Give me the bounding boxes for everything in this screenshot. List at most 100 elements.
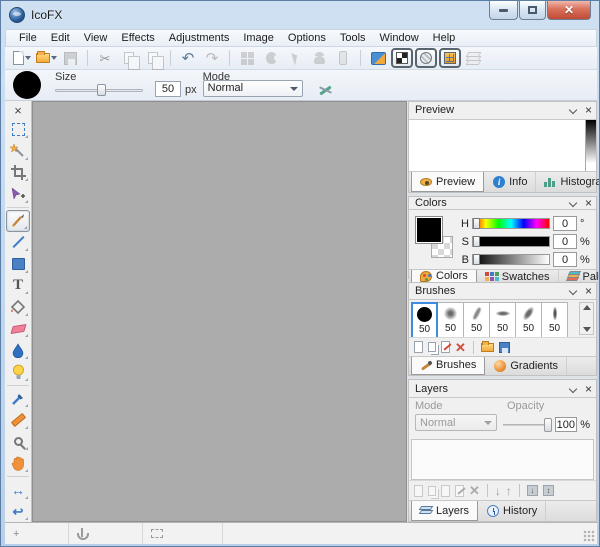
tool-zoom[interactable] bbox=[6, 431, 30, 453]
resize-grip[interactable] bbox=[583, 530, 595, 542]
redo-button[interactable]: ↷ bbox=[201, 48, 223, 68]
tool-line[interactable] bbox=[6, 232, 30, 254]
drawing-canvas[interactable] bbox=[32, 101, 407, 522]
tab-gradients[interactable]: Gradients bbox=[486, 357, 567, 375]
extract-icon-button[interactable] bbox=[367, 48, 389, 68]
tab-brushes[interactable]: Brushes bbox=[411, 357, 485, 375]
titlebar[interactable]: IcoFX ✕ bbox=[1, 1, 599, 29]
tool-ruler[interactable] bbox=[6, 409, 30, 431]
menu-effects[interactable]: Effects bbox=[114, 31, 161, 45]
import-layer-button[interactable] bbox=[441, 485, 450, 497]
tool-flip[interactable]: ↔ bbox=[6, 479, 30, 501]
layer-opacity-input[interactable]: 100 bbox=[555, 417, 578, 432]
macintosh-format-button[interactable] bbox=[260, 48, 282, 68]
brightness-value-input[interactable]: 0 bbox=[553, 252, 577, 267]
collapse-chevron-icon[interactable] bbox=[569, 199, 577, 207]
new-brush-button[interactable] bbox=[414, 341, 423, 353]
duplicate-layer-button[interactable] bbox=[428, 486, 436, 496]
tool-hand[interactable] bbox=[6, 452, 30, 474]
scroll-down-icon[interactable] bbox=[583, 327, 591, 332]
show-layers-button[interactable] bbox=[463, 48, 485, 68]
tab-layers[interactable]: Layers bbox=[411, 501, 478, 521]
move-layer-up-button[interactable]: ↑ bbox=[506, 485, 512, 497]
save-button[interactable] bbox=[59, 48, 81, 68]
tool-blur[interactable] bbox=[6, 339, 30, 361]
menu-view[interactable]: View bbox=[77, 31, 115, 45]
preview-zoom-strip[interactable] bbox=[585, 120, 596, 171]
paste-button[interactable] bbox=[142, 48, 164, 68]
panel-close-icon[interactable]: × bbox=[585, 285, 592, 297]
layer-opacity-slider[interactable] bbox=[503, 418, 552, 432]
close-button[interactable]: ✕ bbox=[547, 1, 591, 20]
show-transparency-toggle[interactable] bbox=[391, 48, 413, 68]
tab-preview[interactable]: Preview bbox=[411, 172, 484, 192]
save-brushes-button[interactable] bbox=[499, 342, 510, 353]
open-button[interactable] bbox=[35, 48, 57, 68]
edit-brush-button[interactable] bbox=[441, 341, 450, 353]
foreground-color-swatch[interactable] bbox=[415, 216, 443, 244]
tool-color-picker[interactable] bbox=[6, 388, 30, 410]
tool-eraser[interactable] bbox=[6, 318, 30, 340]
panel-close-icon[interactable]: × bbox=[585, 104, 592, 116]
brush-item[interactable]: 50 bbox=[463, 302, 490, 338]
load-brushes-button[interactable] bbox=[481, 343, 494, 352]
saturation-slider-thumb[interactable] bbox=[473, 236, 480, 247]
iphone-format-button[interactable] bbox=[332, 48, 354, 68]
brush-item[interactable]: 50 bbox=[437, 302, 464, 338]
tool-rotate[interactable]: ↩ bbox=[6, 501, 30, 523]
tool-lighten[interactable] bbox=[6, 361, 30, 383]
tool-move[interactable] bbox=[6, 183, 30, 205]
tab-info[interactable]: i Info bbox=[485, 172, 536, 192]
delete-brush-button[interactable]: ✕ bbox=[455, 341, 466, 354]
minimize-button[interactable] bbox=[489, 1, 518, 20]
brush-preview-swatch[interactable] bbox=[13, 71, 41, 99]
menu-options[interactable]: Options bbox=[281, 31, 333, 45]
windows-format-button[interactable] bbox=[236, 48, 258, 68]
saturation-slider[interactable] bbox=[472, 236, 550, 247]
brush-item[interactable]: 50 bbox=[411, 302, 438, 338]
hue-slider-thumb[interactable] bbox=[473, 218, 480, 229]
menu-image[interactable]: Image bbox=[236, 31, 281, 45]
brush-size-slider[interactable] bbox=[55, 84, 143, 96]
menu-edit[interactable]: Edit bbox=[44, 31, 77, 45]
delete-layer-button[interactable]: ✕ bbox=[469, 484, 480, 497]
move-layer-down-button[interactable]: ↓ bbox=[495, 485, 501, 497]
collapse-chevron-icon[interactable] bbox=[569, 106, 577, 114]
brush-item[interactable]: 50 bbox=[489, 302, 516, 338]
tool-crop[interactable] bbox=[6, 162, 30, 184]
brush-size-slider-thumb[interactable] bbox=[97, 84, 106, 96]
hue-value-input[interactable]: 0 bbox=[553, 216, 577, 231]
menu-adjustments[interactable]: Adjustments bbox=[162, 31, 237, 45]
copy-button[interactable] bbox=[118, 48, 140, 68]
panel-close-icon[interactable]: × bbox=[585, 383, 592, 395]
android-format-button[interactable] bbox=[308, 48, 330, 68]
cursor-format-button[interactable] bbox=[284, 48, 306, 68]
tool-magic-wand[interactable] bbox=[6, 140, 30, 162]
show-tile-grid-toggle[interactable] bbox=[439, 48, 461, 68]
collapse-chevron-icon[interactable] bbox=[569, 287, 577, 295]
brush-item[interactable]: 50 bbox=[515, 302, 542, 338]
duplicate-brush-button[interactable] bbox=[428, 342, 436, 352]
menu-window[interactable]: Window bbox=[373, 31, 426, 45]
tab-histogram[interactable]: Histogram bbox=[536, 172, 600, 192]
menu-tools[interactable]: Tools bbox=[333, 31, 373, 45]
new-layer-button[interactable] bbox=[414, 485, 423, 497]
undo-button[interactable]: ↶ bbox=[177, 48, 199, 68]
menu-file[interactable]: File bbox=[12, 31, 44, 45]
tool-rectangle[interactable] bbox=[6, 253, 30, 275]
tool-paint-bucket[interactable] bbox=[6, 296, 30, 318]
brush-size-input[interactable]: 50 bbox=[155, 81, 181, 97]
layer-mode-select[interactable]: Normal bbox=[415, 414, 497, 431]
saturation-value-input[interactable]: 0 bbox=[553, 234, 577, 249]
panel-close-icon[interactable]: × bbox=[585, 197, 592, 209]
show-grid-toggle[interactable] bbox=[415, 48, 437, 68]
collapse-chevron-icon[interactable] bbox=[569, 385, 577, 393]
edit-layer-button[interactable] bbox=[455, 485, 464, 497]
brightness-slider[interactable] bbox=[472, 254, 550, 265]
merge-down-button[interactable]: ↓ bbox=[527, 485, 538, 496]
airbrush-toggle[interactable] bbox=[317, 83, 333, 97]
tool-rectangular-selection[interactable] bbox=[6, 119, 30, 141]
tool-paintbrush[interactable] bbox=[6, 210, 30, 232]
hue-slider[interactable] bbox=[472, 218, 550, 229]
brush-item[interactable]: 50 bbox=[541, 302, 568, 338]
